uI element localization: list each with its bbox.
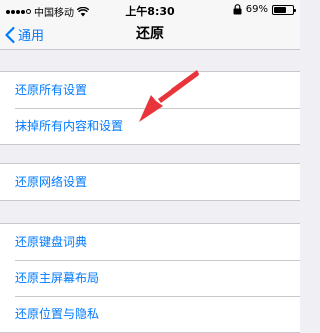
page-title: 还原 [136,26,164,42]
navigation-bar: 还原 通用 [0,20,300,50]
chevron-left-icon [5,26,15,43]
reset-all-settings-row[interactable]: 还原所有设置 [0,72,300,108]
status-bar: 中国移动 上午8:30 69% [0,0,300,20]
back-label: 通用 [18,29,45,44]
back-button[interactable]: 通用 [4,20,44,49]
reset-location-privacy-row[interactable]: 还原位置与隐私 [0,296,300,332]
reset-home-screen-layout-row[interactable]: 还原主屏幕布局 [0,260,300,296]
reset-group-3: 还原键盘词典 还原主屏幕布局 还原位置与隐私 [0,223,300,333]
battery-percent: 69% [245,4,268,15]
reset-network-settings-row[interactable]: 还原网络设置 [0,164,300,200]
status-right: 69% [233,4,296,15]
battery-icon [272,4,296,15]
erase-all-content-row[interactable]: 抹掉所有内容和设置 [0,108,300,144]
reset-keyboard-dictionary-row[interactable]: 还原键盘词典 [0,224,300,260]
lock-rotation-icon [233,4,242,15]
reset-group-2: 还原网络设置 [0,163,300,201]
reset-group-1: 还原所有设置 抹掉所有内容和设置 [0,71,300,145]
